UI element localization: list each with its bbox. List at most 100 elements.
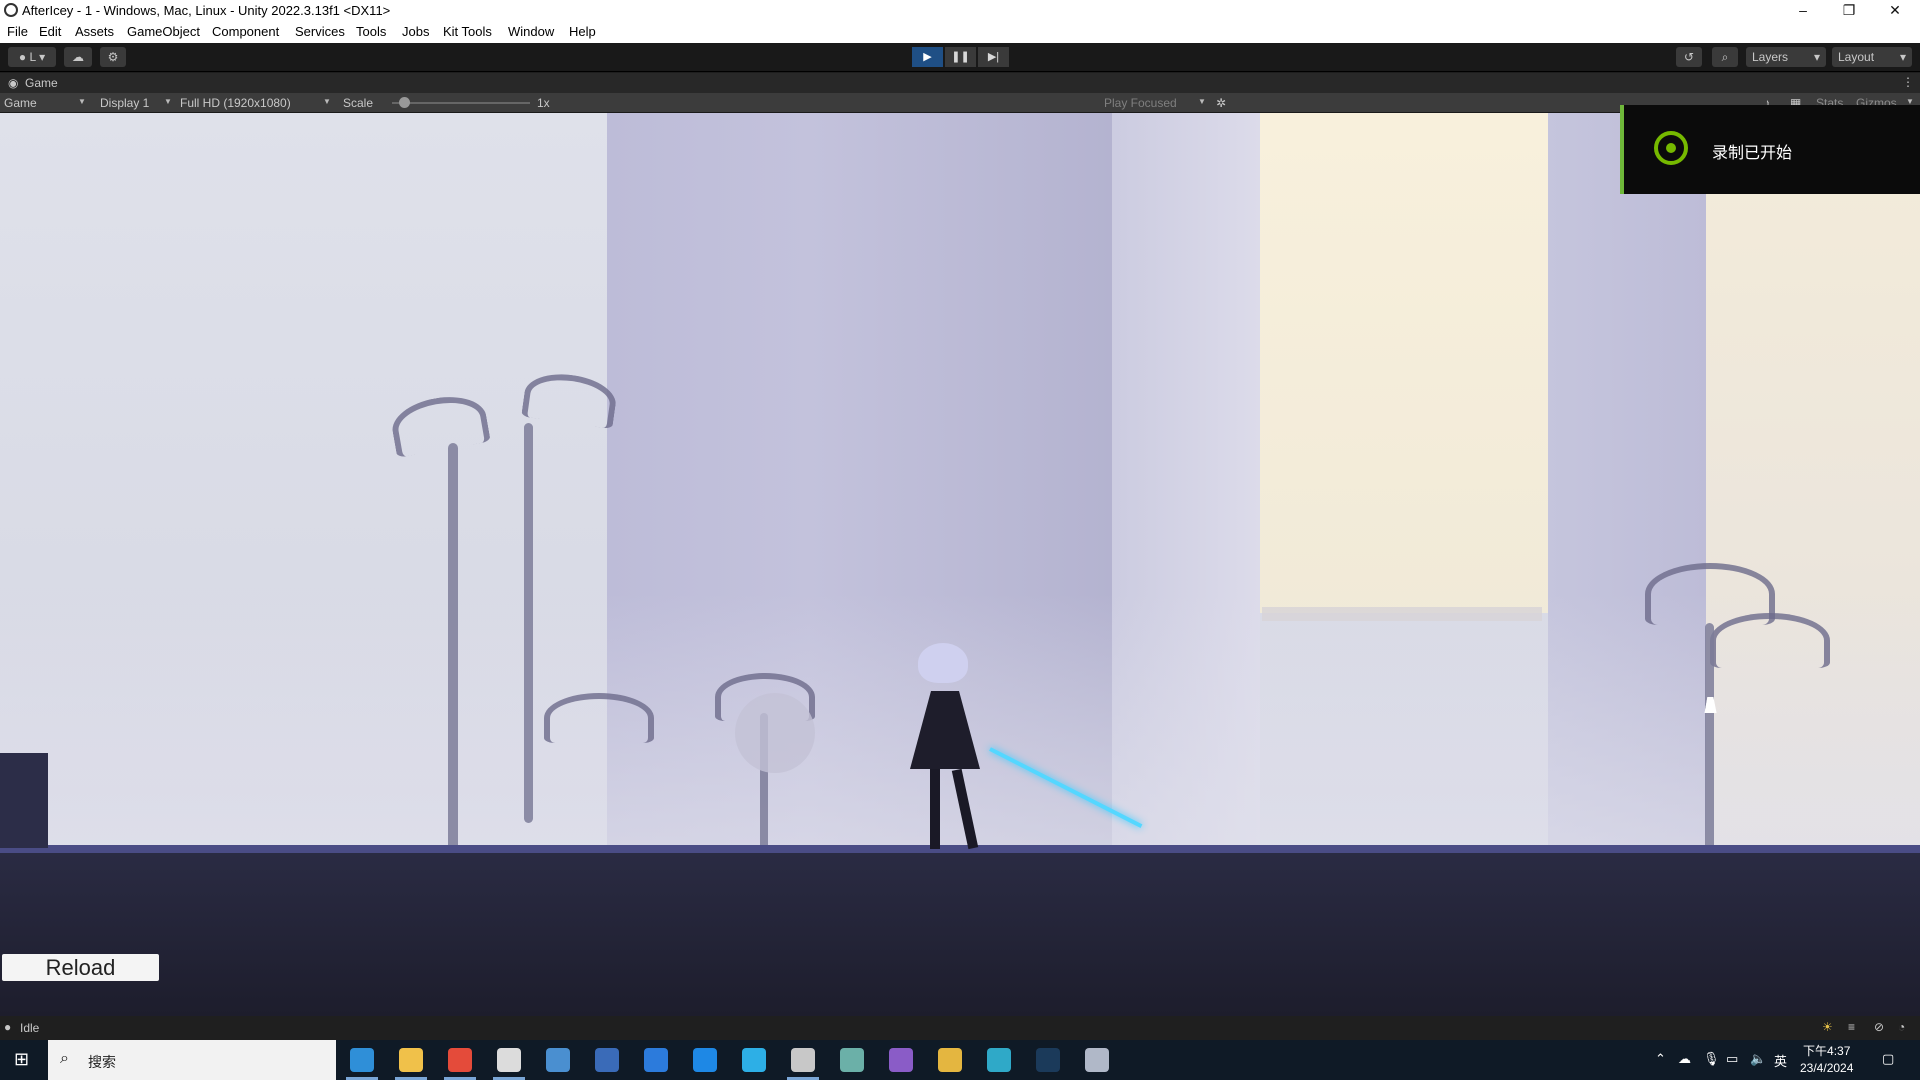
status-bar: ● Idle ☀ ≡ ⊘ ◔ (0, 1016, 1920, 1040)
play-mode-dropdown[interactable]: Play Focused (1104, 96, 1177, 110)
notification-text: 录制已开始 (1712, 145, 1793, 162)
scale-slider-track[interactable] (392, 97, 530, 108)
edge-icon[interactable] (350, 1048, 374, 1072)
pause-icon: ❚❚ (951, 51, 970, 63)
mushroom-plant (544, 693, 654, 743)
chevron-down-icon: ▼ (164, 97, 172, 106)
vscode-like-icon[interactable] (595, 1048, 619, 1072)
character-hair (918, 643, 968, 683)
layers-dropdown[interactable]: Layers ▾ (1746, 47, 1826, 67)
window-title-bar: AfterIcey - 1 - Windows, Mac, Linux - Un… (0, 0, 1920, 22)
bluesky-icon[interactable] (742, 1048, 766, 1072)
chevron-down-icon: ▼ (1198, 97, 1206, 106)
main-toolbar: ● L ▾ ☁ ⚙ ▶ ❚❚ ▶| ↺ ⌕ Layers ▾ Layout ▾ (0, 43, 1920, 72)
play-button[interactable]: ▶ (912, 47, 943, 67)
maps-icon[interactable] (693, 1048, 717, 1072)
file-explorer-icon[interactable] (399, 1048, 423, 1072)
progress-icon[interactable]: ◔ (1898, 1020, 1905, 1034)
windows-start-icon[interactable]: ⊞ (14, 1049, 29, 1070)
chrome-icon[interactable] (448, 1048, 472, 1072)
menu-component[interactable]: Component (212, 24, 279, 39)
menu-bar: File Edit Assets GameObject Component Se… (0, 22, 1920, 43)
chevron-down-icon: ▼ (323, 97, 331, 106)
menu-help[interactable]: Help (569, 24, 596, 39)
menu-assets[interactable]: Assets (75, 24, 114, 39)
taskbar-clock[interactable]: 下午4:37 23/4/2024 (1800, 1043, 1853, 1077)
scale-slider-thumb[interactable] (399, 97, 410, 108)
search-placeholder: 搜索 (88, 1054, 116, 1070)
clock-time: 下午4:37 (1803, 1044, 1851, 1058)
visual-studio-icon[interactable] (889, 1048, 913, 1072)
gamepad-icon: ◉ (8, 76, 19, 90)
status-text: Idle (20, 1021, 40, 1035)
network-icon[interactable]: ▭ (1726, 1051, 1738, 1067)
clock-date: 23/4/2024 (1800, 1061, 1854, 1075)
menu-jobs[interactable]: Jobs (402, 24, 429, 39)
taskbar-search[interactable]: ⌕ 搜索 (48, 1040, 336, 1080)
reload-button[interactable]: Reload (2, 954, 159, 981)
remote-desktop-icon[interactable] (546, 1048, 570, 1072)
layout-dropdown[interactable]: Layout ▾ (1832, 47, 1912, 67)
cloud-button[interactable]: ☁ (64, 47, 92, 67)
notes-icon[interactable] (840, 1048, 864, 1072)
scale-value: 1x (537, 96, 550, 110)
ground-platform (0, 853, 1920, 1016)
close-button[interactable]: ✕ (1872, 0, 1918, 22)
notification-center-icon[interactable]: ▢ (1882, 1051, 1894, 1067)
tab-game[interactable]: Game (25, 76, 58, 90)
plant-stem (1705, 623, 1714, 863)
unity-icon[interactable] (791, 1048, 815, 1072)
recording-notification: 录制已开始 (1620, 105, 1920, 194)
menu-tools[interactable]: Tools (356, 24, 386, 39)
history-button[interactable]: ↺ (1676, 47, 1702, 67)
menu-gameobject[interactable]: GameObject (127, 24, 200, 39)
more-options-icon[interactable]: ⋮ (1902, 75, 1914, 89)
character-leg (930, 769, 940, 849)
plant-stem (524, 423, 533, 823)
scale-label: Scale (343, 96, 374, 110)
menu-kit-tools[interactable]: Kit Tools (443, 24, 492, 39)
ime-indicator[interactable]: 英 (1774, 1051, 1787, 1070)
debug-icon[interactable]: ⊘ (1874, 1020, 1884, 1034)
plant-stem (448, 443, 458, 863)
step-icon: ▶| (987, 51, 1000, 63)
restore-button[interactable]: ❐ (1826, 0, 1872, 22)
bug-icon[interactable]: ✲ (1216, 96, 1226, 110)
display-dropdown[interactable]: Display 1 (100, 96, 149, 110)
step-button[interactable]: ▶| (978, 47, 1009, 67)
lightbulb-icon[interactable]: ☀ (1822, 1020, 1833, 1034)
microphone-icon[interactable]: 🎙 (1703, 1051, 1720, 1067)
account-button[interactable]: ● L ▾ (8, 47, 56, 67)
search-button[interactable]: ⌕ (1712, 47, 1738, 67)
view-mode-dropdown[interactable]: Game (4, 96, 37, 110)
unity-hub-icon[interactable] (497, 1048, 521, 1072)
mushroom-plant (521, 368, 619, 430)
menu-edit[interactable]: Edit (39, 24, 61, 39)
info-icon: ● (4, 1020, 12, 1034)
cloud-icon: ☁ (72, 50, 84, 64)
layout-label: Layout (1838, 50, 1875, 64)
resolution-dropdown[interactable]: Full HD (1920x1080) (180, 96, 291, 110)
game-tab-header: ◉ Game ⋮ (0, 73, 1920, 93)
mushroom-plant (388, 390, 491, 458)
minimize-button[interactable]: – (1780, 0, 1826, 22)
menu-services[interactable]: Services (295, 24, 345, 39)
search-icon: ⌕ (60, 1050, 69, 1067)
cloud-icon[interactable]: ☁ (1678, 1051, 1691, 1067)
stack-icon[interactable]: ≡ (1848, 1020, 1855, 1034)
pause-button[interactable]: ❚❚ (945, 47, 976, 67)
search-icon: ⌕ (1721, 50, 1729, 64)
m-app-icon[interactable] (987, 1048, 1011, 1072)
game-viewport[interactable]: Reload (0, 113, 1920, 1016)
chevron-up-icon[interactable]: ⌃ (1655, 1051, 1666, 1067)
menu-window[interactable]: Window (508, 24, 554, 39)
app-store-icon[interactable] (644, 1048, 668, 1072)
layers-label: Layers (1752, 50, 1789, 64)
menu-file[interactable]: File (7, 24, 28, 39)
collab-button[interactable]: ⚙ (100, 47, 126, 67)
steam-icon[interactable] (1036, 1048, 1060, 1072)
volume-icon[interactable]: 🔈 (1750, 1051, 1766, 1067)
app-icon[interactable] (1085, 1048, 1109, 1072)
mushroom-plant (1710, 613, 1830, 668)
game-icon[interactable] (938, 1048, 962, 1072)
